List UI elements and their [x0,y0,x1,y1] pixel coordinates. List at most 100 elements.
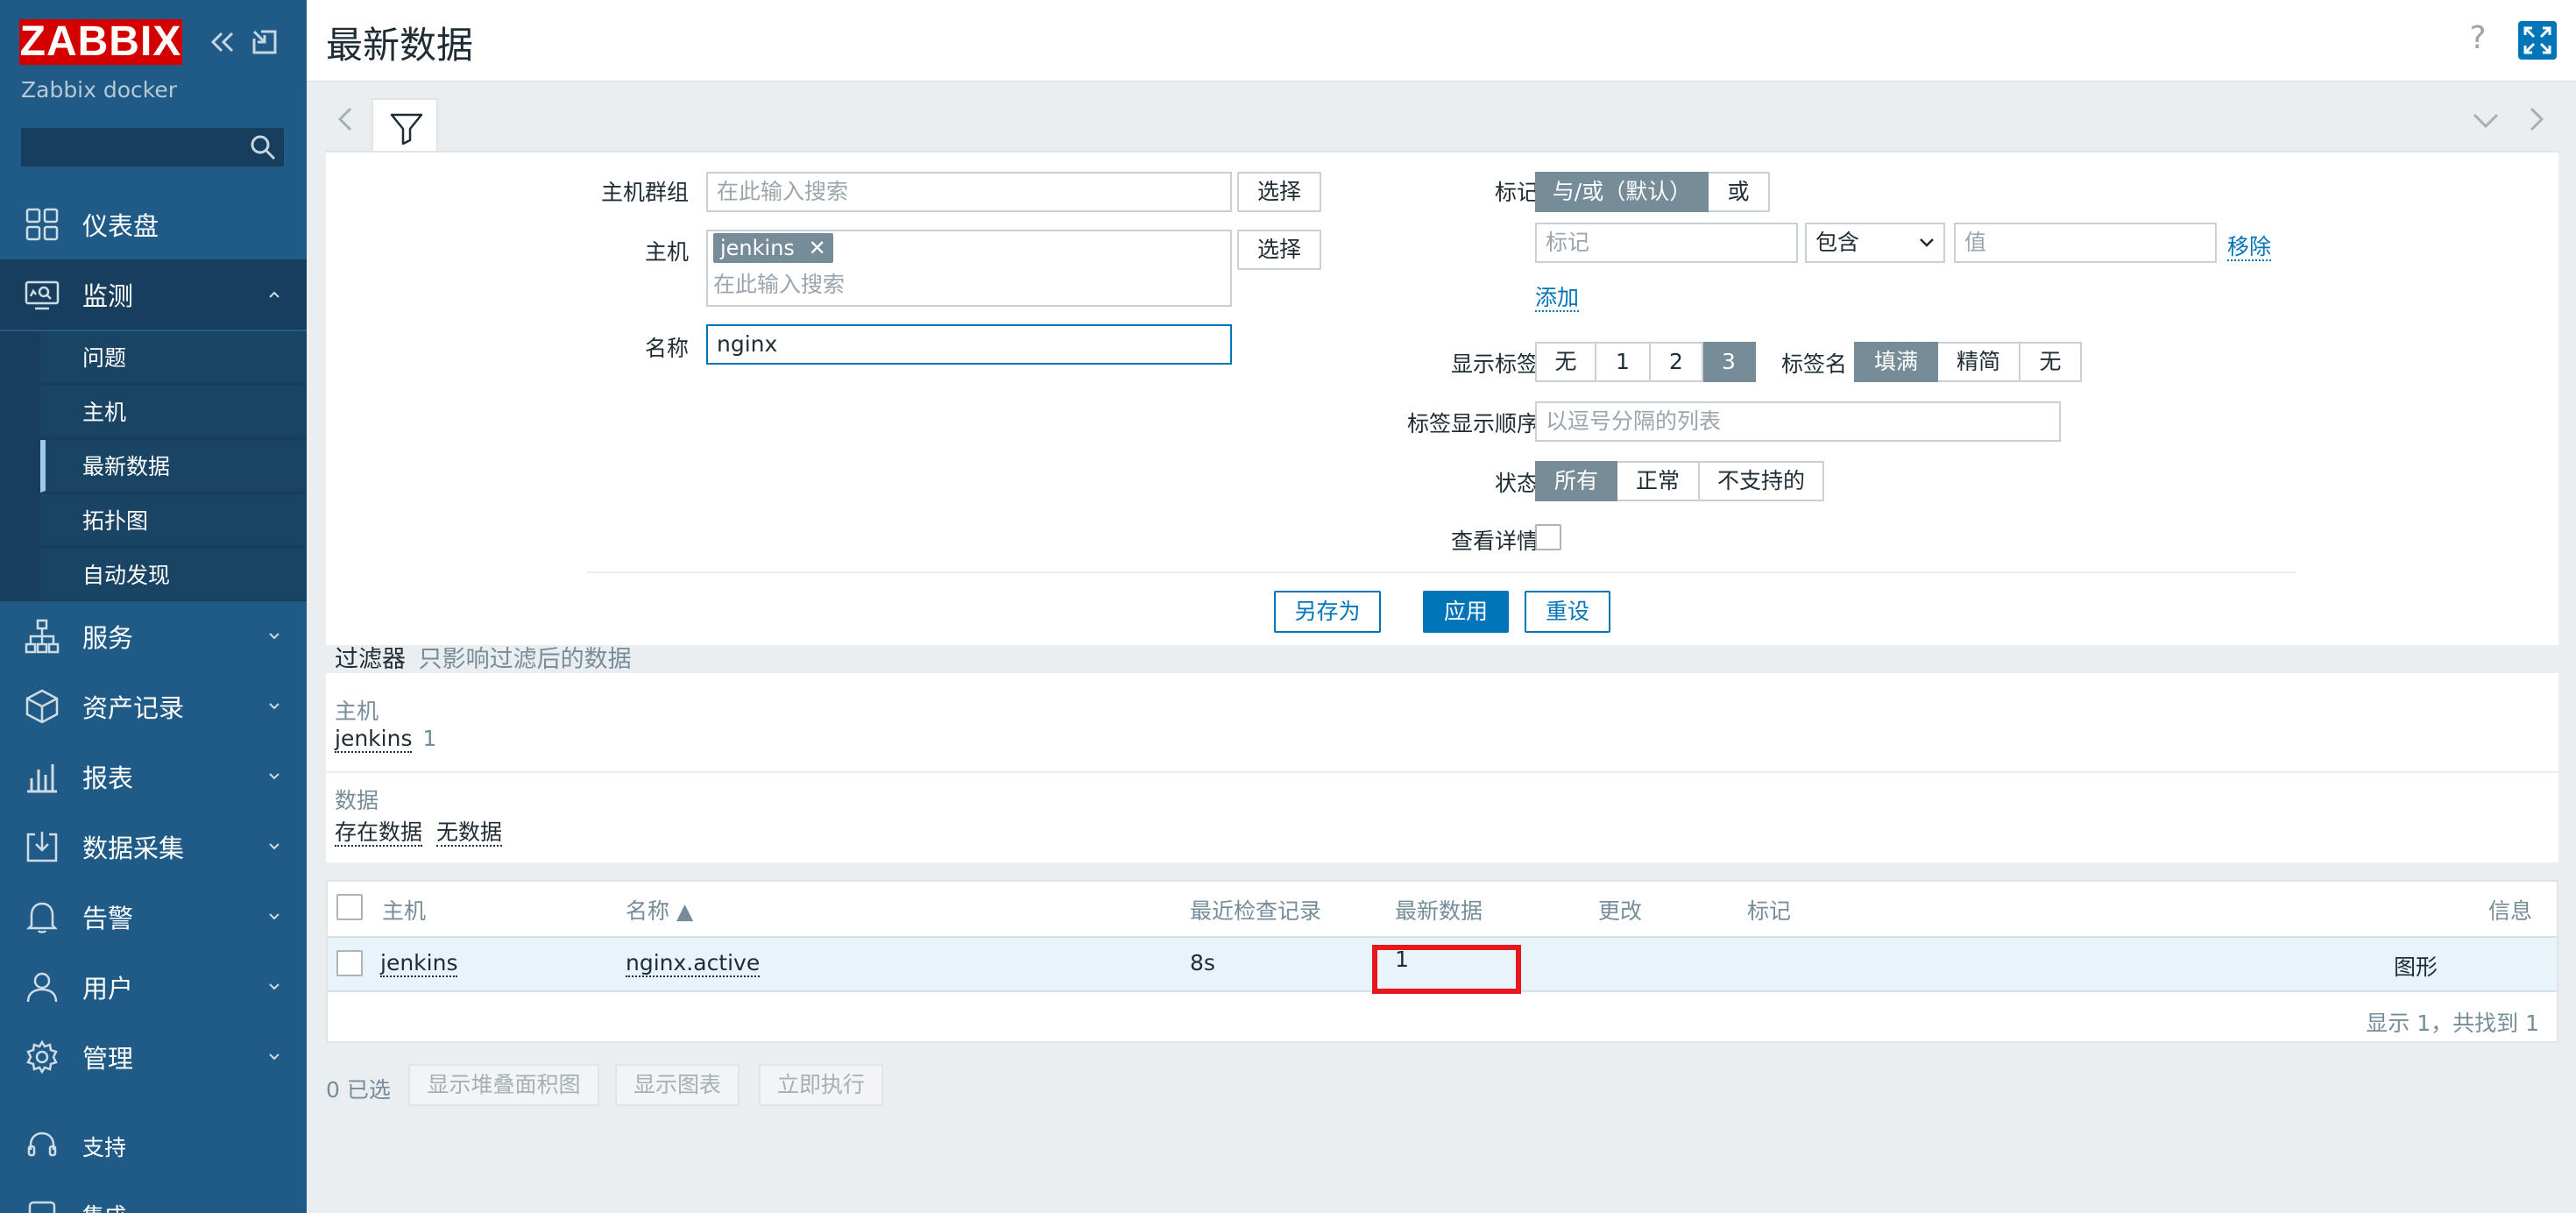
sidebar: ZABBIX Zabbix docker 仪表盘 监测 问题 主机 最新数据 拓… [0,0,307,1213]
state-toggle: 所有 正常 不支持的 [1535,461,1824,501]
menu-integrations[interactable]: 集成 [0,1180,307,1213]
subfilter-panel: 主机 jenkins 1 数据 存在数据 无数据 [326,671,2558,862]
gear-icon [26,1039,58,1075]
subfilter-heading: 过滤器 只影响过滤后的数据 [335,640,632,674]
menu-label: 用户 [82,974,134,1004]
name-label: 名称 [644,336,689,361]
column-name[interactable]: 名称 ▲ [626,894,693,926]
filter-divider [587,571,2296,573]
menu-monitoring[interactable]: 监测 [0,259,307,330]
show-tags-2[interactable]: 2 [1651,342,1703,382]
hosts-select-button[interactable]: 选择 [1237,230,1321,270]
submenu-latest-data[interactable]: 最新数据 [40,440,307,493]
row-last-check: 8s [1190,950,1215,975]
state-unsupported[interactable]: 不支持的 [1700,461,1824,501]
show-tags-3[interactable]: 3 [1703,342,1756,382]
add-tag-link[interactable]: 添加 [1535,280,1580,312]
hide-sidebar-icon[interactable] [249,26,280,58]
tags-and-or-option[interactable]: 与/或（默认） [1535,172,1709,212]
save-as-button[interactable]: 另存为 [1274,591,1381,633]
menu-services[interactable]: 服务 [0,601,307,671]
chevron-down-icon [269,633,280,640]
kiosk-mode-button[interactable] [2518,21,2557,60]
column-change: 更改 [1598,898,1643,924]
submenu-maps[interactable]: 拓扑图 [40,494,307,547]
host-chip: jenkins ✕ [713,233,833,263]
dashboard-icon [25,208,59,241]
subfilter-without-data[interactable]: 无数据 [436,815,503,847]
host-groups-input[interactable]: 在此输入搜索 [706,172,1232,212]
sidebar-search-input[interactable] [21,128,284,167]
hosts-label: 主机 [644,239,689,265]
stacked-graph-button[interactable]: 显示堆叠面积图 [408,1064,599,1106]
row-host[interactable]: jenkins [380,950,458,977]
menu-label: 数据采集 [82,833,185,863]
tags-label: 标记 [1494,180,1539,205]
column-info: 信息 [2488,898,2533,924]
menu-reports[interactable]: 报表 [0,741,307,812]
name-input[interactable]: nginx [706,324,1232,365]
details-checkbox[interactable] [1535,524,1561,550]
row-name[interactable]: nginx.active [626,950,761,977]
table-row: jenkins nginx.active 8s 1 图形 [328,936,2557,994]
host-groups-select-button[interactable]: 选择 [1237,172,1321,212]
submenu-discovery[interactable]: 自动发现 [40,549,307,601]
column-host[interactable]: 主机 [382,894,426,926]
menu-data-collection[interactable]: 数据采集 [0,812,307,882]
search-icon[interactable] [249,133,277,161]
chevron-down-icon [269,983,280,990]
apply-button[interactable]: 应用 [1423,591,1509,633]
show-tags-none[interactable]: 无 [1535,342,1596,382]
execute-now-button[interactable]: 立即执行 [759,1064,883,1106]
remove-chip-icon[interactable]: ✕ [809,236,826,260]
menu-label: 服务 [82,623,134,653]
menu-administration[interactable]: 管理 [0,1022,307,1092]
menu-support[interactable]: 支持 [0,1111,307,1181]
subfilter-with-data[interactable]: 存在数据 [335,815,423,847]
reset-button[interactable]: 重设 [1525,591,1610,633]
chevron-down-icon[interactable] [2471,110,2501,131]
menu-label: 管理 [82,1044,134,1074]
row-graph-link[interactable]: 图形 [2394,950,2438,982]
chevron-right-icon[interactable] [2525,103,2548,135]
menu-users[interactable]: 用户 [0,952,307,1022]
menu-label: 支持 [82,1135,127,1160]
tag-value-input[interactable]: 值 [1954,223,2217,263]
state-all[interactable]: 所有 [1535,461,1617,501]
selected-count: 0 已选 [326,1077,391,1103]
tag-name-none[interactable]: 无 [2020,342,2082,382]
server-name: Zabbix docker [21,77,178,103]
state-normal[interactable]: 正常 [1617,461,1700,501]
tags-logic-toggle: 与/或（默认） 或 [1535,172,1770,212]
remove-tag-link[interactable]: 移除 [2227,230,2272,261]
page-title: 最新数据 [326,24,474,67]
menu-alerts[interactable]: 告警 [0,882,307,952]
tag-order-input[interactable]: 以逗号分隔的列表 [1535,401,2061,442]
tags-or-option[interactable]: 或 [1709,172,1770,212]
tag-name-full[interactable]: 填满 [1854,342,1938,382]
chevron-left-icon[interactable] [333,103,359,135]
menu-dashboard[interactable]: 仪表盘 [0,189,307,259]
tag-operator-select[interactable]: 包含 [1805,223,1945,263]
reports-icon [27,764,57,793]
menu-label: 仪表盘 [82,211,159,241]
tab-filter[interactable] [372,98,438,153]
subfilter-host-item[interactable]: jenkins 1 [335,726,436,753]
submenu-problems[interactable]: 问题 [40,331,307,384]
chevron-up-icon [269,291,280,298]
tag-name-short[interactable]: 精简 [1938,342,2020,382]
menu-inventory[interactable]: 资产记录 [0,671,307,741]
zabbix-logo[interactable]: ZABBIX [19,19,182,65]
row-checkbox[interactable] [336,950,363,976]
data-collection-icon [26,832,58,862]
tag-input[interactable]: 标记 [1535,223,1798,263]
bell-icon [25,902,59,933]
collapse-sidebar-icon[interactable] [207,26,238,58]
monitoring-submenu: 问题 主机 最新数据 拓扑图 自动发现 [0,331,307,601]
subfilter-data-label: 数据 [335,788,379,813]
show-tags-1[interactable]: 1 [1596,342,1651,382]
submenu-hosts[interactable]: 主机 [40,386,307,438]
help-icon[interactable]: ? [2460,19,2495,58]
select-all-checkbox[interactable] [336,894,363,920]
display-graph-button[interactable]: 显示图表 [615,1064,740,1106]
